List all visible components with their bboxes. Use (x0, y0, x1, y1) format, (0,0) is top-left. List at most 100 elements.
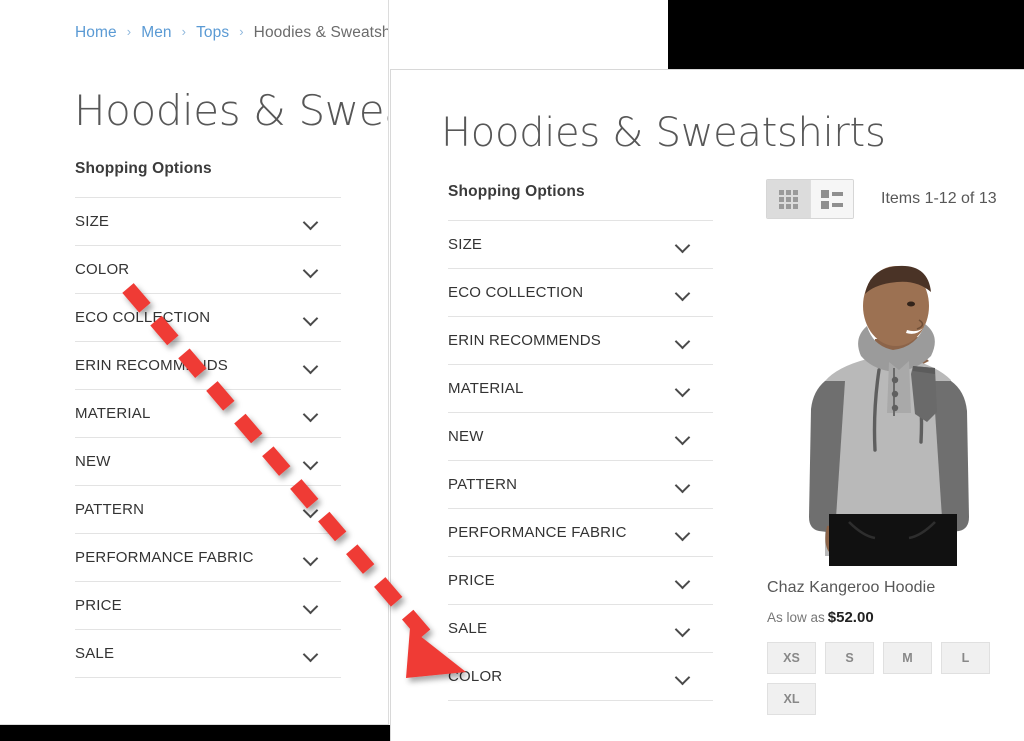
filter-item-price[interactable]: PRICE (75, 581, 341, 629)
filter-item-new[interactable]: NEW (448, 412, 713, 460)
chevron-down-icon (675, 336, 691, 346)
price-value: $52.00 (827, 609, 874, 626)
filter-item-erin-recommends[interactable]: ERIN RECOMMENDS (75, 341, 341, 389)
filter-item-color[interactable]: COLOR (75, 245, 341, 293)
chevron-down-icon (303, 505, 319, 515)
breadcrumb-item-home[interactable]: Home (75, 24, 117, 41)
filter-label: COLOR (448, 668, 503, 685)
filter-list-before: SIZE COLOR ECO COLLECTION ERIN RECOMMEND… (75, 197, 341, 678)
filter-item-material[interactable]: MATERIAL (75, 389, 341, 437)
size-swatch-l[interactable]: L (941, 642, 990, 674)
size-swatch-xs[interactable]: XS (767, 642, 816, 674)
filter-label: PRICE (75, 597, 122, 614)
original-page-panel: Home › Men › Tops › Hoodies & Sweatshirts Hood… (0, 0, 389, 725)
filter-label: ERIN RECOMMENDS (448, 332, 602, 349)
shopping-options-sidebar-after: Shopping Options SIZE ECO COLLECTION ERI… (448, 183, 713, 701)
chevron-down-icon (675, 240, 691, 250)
product-name[interactable]: Chaz Kangeroo Hoodie (767, 579, 1017, 597)
breadcrumb-item-men[interactable]: Men (141, 24, 171, 41)
filter-label: SIZE (448, 236, 483, 253)
chevron-down-icon (303, 553, 319, 563)
chevron-down-icon (303, 265, 319, 275)
filter-label: SALE (75, 645, 115, 662)
breadcrumb: Home › Men › Tops › Hoodies & Sweatshirts (75, 24, 388, 42)
chevron-down-icon (303, 313, 319, 323)
filter-item-sale[interactable]: SALE (75, 629, 341, 678)
size-swatch-xl[interactable]: XL (767, 683, 816, 715)
filter-item-erin-recommends[interactable]: ERIN RECOMMENDS (448, 316, 713, 364)
updated-page-panel: Hoodies & Sweatshirts Shopping Options S… (390, 69, 1024, 741)
filter-item-performance-fabric[interactable]: PERFORMANCE FABRIC (448, 508, 713, 556)
filter-label: ERIN RECOMMENDS (75, 357, 229, 374)
filter-label: ECO COLLECTION (448, 284, 584, 301)
chevron-down-icon (675, 672, 691, 682)
chevron-down-icon (303, 649, 319, 659)
filter-item-pattern[interactable]: PATTERN (448, 460, 713, 508)
filter-label: ECO COLLECTION (75, 309, 211, 326)
view-mode-switcher (766, 179, 854, 219)
chevron-down-icon (303, 217, 319, 227)
chevron-down-icon (303, 601, 319, 611)
page-title-updated: Hoodies & Sweatshirts (441, 109, 886, 156)
breadcrumb-separator-icon: › (239, 24, 244, 39)
chevron-down-icon (675, 288, 691, 298)
filter-item-eco-collection[interactable]: ECO COLLECTION (75, 293, 341, 341)
breadcrumb-current: Hoodies & Sweatshirts (253, 24, 388, 41)
shopping-options-heading: Shopping Options (75, 160, 212, 177)
filter-label: PRICE (448, 572, 495, 589)
size-swatch-m[interactable]: M (883, 642, 932, 674)
chevron-down-icon (675, 624, 691, 634)
breadcrumb-separator-icon: › (181, 24, 187, 39)
breadcrumb-item-tops[interactable]: Tops (196, 24, 229, 41)
filter-item-size[interactable]: SIZE (448, 220, 713, 268)
product-price: As low as $52.00 (767, 609, 1017, 626)
filter-label: COLOR (75, 261, 130, 278)
filter-label: NEW (75, 453, 111, 470)
filter-item-performance-fabric[interactable]: PERFORMANCE FABRIC (75, 533, 341, 581)
chevron-down-icon (303, 409, 319, 419)
chevron-down-icon (303, 361, 319, 371)
filter-item-color[interactable]: COLOR (448, 652, 713, 701)
grid-icon (779, 189, 798, 209)
shopping-options-heading: Shopping Options (448, 183, 585, 200)
filter-label: SALE (448, 620, 488, 637)
product-item: Chaz Kangeroo Hoodie As low as $52.00 XS … (767, 244, 1019, 715)
filter-label: PATTERN (448, 476, 518, 493)
chevron-down-icon (675, 528, 691, 538)
product-image[interactable] (767, 244, 1019, 566)
price-prefix: As low as (767, 610, 825, 625)
chevron-down-icon (675, 480, 691, 490)
filter-label: SIZE (75, 213, 110, 230)
product-list-toolbar: Items 1-12 of 13 (766, 179, 997, 219)
filter-label: NEW (448, 428, 484, 445)
chevron-down-icon (303, 457, 319, 467)
filter-item-sale[interactable]: SALE (448, 604, 713, 652)
filter-item-eco-collection[interactable]: ECO COLLECTION (448, 268, 713, 316)
list-view-button[interactable] (810, 180, 853, 218)
frame-black-top-right (668, 0, 1024, 73)
breadcrumb-separator-icon: › (126, 24, 132, 39)
filter-label: PERFORMANCE FABRIC (75, 549, 254, 566)
filter-item-price[interactable]: PRICE (448, 556, 713, 604)
shopping-options-sidebar-before: Shopping Options SIZE COLOR ECO COLLECTI… (75, 160, 341, 678)
page-title: Hoodies & Sweatshirts (74, 86, 388, 136)
filter-label: PATTERN (75, 501, 145, 518)
chevron-down-icon (675, 432, 691, 442)
frame-black-bottom-left (0, 725, 390, 741)
size-swatch-s[interactable]: S (825, 642, 874, 674)
list-icon (821, 189, 843, 209)
grid-view-button[interactable] (767, 180, 810, 218)
product-photo-svg (767, 244, 1019, 566)
filter-item-size[interactable]: SIZE (75, 197, 341, 245)
filter-label: MATERIAL (448, 380, 524, 397)
filter-item-pattern[interactable]: PATTERN (75, 485, 341, 533)
size-swatch-list: XS S M L XL (767, 642, 1017, 715)
items-count-label: Items 1-12 of 13 (881, 190, 997, 207)
chevron-down-icon (675, 384, 691, 394)
filter-label: MATERIAL (75, 405, 151, 422)
filter-item-new[interactable]: NEW (75, 437, 341, 485)
filter-list-after: SIZE ECO COLLECTION ERIN RECOMMENDS MATE… (448, 220, 713, 701)
filter-label: PERFORMANCE FABRIC (448, 524, 627, 541)
filter-item-material[interactable]: MATERIAL (448, 364, 713, 412)
chevron-down-icon (675, 576, 691, 586)
